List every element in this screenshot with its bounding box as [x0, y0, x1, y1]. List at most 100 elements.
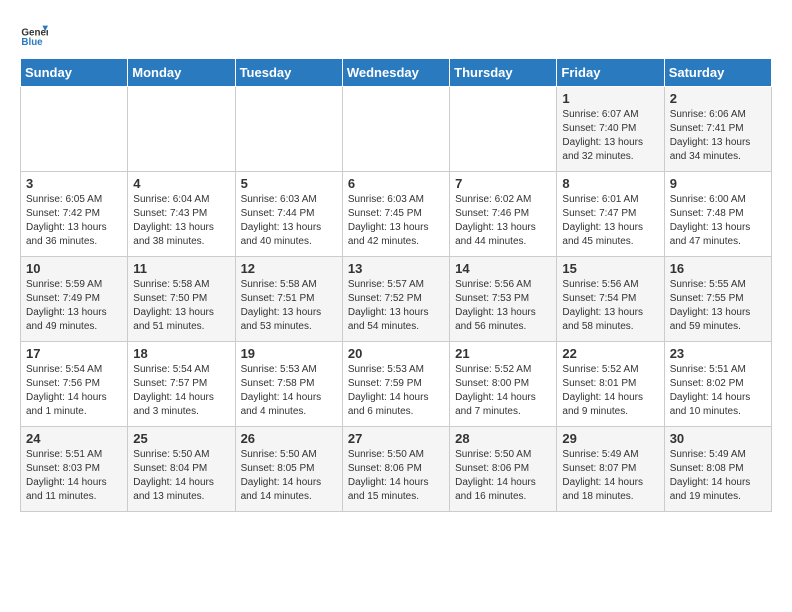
calendar-cell: 21Sunrise: 5:52 AM Sunset: 8:00 PM Dayli… — [450, 342, 557, 427]
cell-content: Sunrise: 5:50 AM Sunset: 8:04 PM Dayligh… — [133, 448, 229, 504]
calendar-body: 1Sunrise: 6:07 AM Sunset: 7:40 PM Daylig… — [21, 87, 772, 512]
day-number: 12 — [241, 261, 337, 276]
day-number: 19 — [241, 346, 337, 361]
calendar-week-row: 24 Sunrise: 5:51 AM Sunset: 8:03 PM Dayli… — [21, 427, 772, 512]
calendar-cell: 24 Sunrise: 5:51 AM Sunset: 8:03 PM Dayli… — [21, 427, 128, 512]
cell-content: Sunrise: 5:58 AM Sunset: 7:50 PM Dayligh… — [133, 278, 229, 334]
day-number: 9 — [670, 176, 766, 191]
day-number: 26 — [241, 431, 337, 446]
weekday-header-friday: Friday — [557, 59, 664, 87]
calendar-cell: 30 Sunrise: 5:49 AM Sunset: 8:08 PM Dayli… — [664, 427, 771, 512]
cell-content: Sunrise: 5:50 AM Sunset: 8:06 PM Dayligh… — [348, 448, 444, 504]
day-number: 28 — [455, 431, 551, 446]
calendar-cell: 17 Sunrise: 5:54 AM Sunset: 7:56 PM Dayli… — [21, 342, 128, 427]
day-number: 13 — [348, 261, 444, 276]
cell-content: Sunrise: 5:50 AM Sunset: 8:05 PM Dayligh… — [241, 448, 337, 504]
calendar-cell: 9 Sunrise: 6:00 AM Sunset: 7:48 PM Daylig… — [664, 172, 771, 257]
page-header: General Blue — [20, 16, 772, 48]
calendar-week-row: 10 Sunrise: 5:59 AM Sunset: 7:49 PM Dayli… — [21, 257, 772, 342]
day-number: 11 — [133, 261, 229, 276]
calendar-cell: 6Sunrise: 6:03 AM Sunset: 7:45 PM Daylig… — [342, 172, 449, 257]
day-number: 24 — [26, 431, 122, 446]
day-number: 17 — [26, 346, 122, 361]
calendar-cell — [342, 87, 449, 172]
cell-content: Sunrise: 5:49 AM Sunset: 8:08 PM Dayligh… — [670, 448, 766, 504]
cell-content: Sunrise: 5:54 AM Sunset: 7:56 PM Dayligh… — [26, 363, 122, 419]
day-number: 23 — [670, 346, 766, 361]
calendar-cell: 4 Sunrise: 6:04 AM Sunset: 7:43 PM Daylig… — [128, 172, 235, 257]
calendar-header: SundayMondayTuesdayWednesdayThursdayFrid… — [21, 59, 772, 87]
calendar-cell: 28 Sunrise: 5:50 AM Sunset: 8:06 PM Dayli… — [450, 427, 557, 512]
cell-content: Sunrise: 5:57 AM Sunset: 7:52 PM Dayligh… — [348, 278, 444, 334]
calendar-cell: 25 Sunrise: 5:50 AM Sunset: 8:04 PM Dayli… — [128, 427, 235, 512]
day-number: 3 — [26, 176, 122, 191]
calendar-week-row: 17 Sunrise: 5:54 AM Sunset: 7:56 PM Dayli… — [21, 342, 772, 427]
day-number: 5 — [241, 176, 337, 191]
cell-content: Sunrise: 5:51 AM Sunset: 8:02 PM Dayligh… — [670, 363, 766, 419]
cell-content: Sunrise: 5:51 AM Sunset: 8:03 PM Dayligh… — [26, 448, 122, 504]
weekday-header-thursday: Thursday — [450, 59, 557, 87]
calendar-cell — [21, 87, 128, 172]
cell-content: Sunrise: 5:59 AM Sunset: 7:49 PM Dayligh… — [26, 278, 122, 334]
cell-content: Sunrise: 5:52 AM Sunset: 8:00 PM Dayligh… — [455, 363, 551, 419]
calendar-cell: 11 Sunrise: 5:58 AM Sunset: 7:50 PM Dayli… — [128, 257, 235, 342]
calendar-cell: 8Sunrise: 6:01 AM Sunset: 7:47 PM Daylig… — [557, 172, 664, 257]
day-number: 15 — [562, 261, 658, 276]
day-number: 16 — [670, 261, 766, 276]
calendar-table: SundayMondayTuesdayWednesdayThursdayFrid… — [20, 58, 772, 512]
weekday-header-wednesday: Wednesday — [342, 59, 449, 87]
cell-content: Sunrise: 5:52 AM Sunset: 8:01 PM Dayligh… — [562, 363, 658, 419]
calendar-cell: 18 Sunrise: 5:54 AM Sunset: 7:57 PM Dayli… — [128, 342, 235, 427]
calendar-cell: 29 Sunrise: 5:49 AM Sunset: 8:07 PM Dayli… — [557, 427, 664, 512]
logo-icon: General Blue — [20, 20, 48, 48]
cell-content: Sunrise: 5:50 AM Sunset: 8:06 PM Dayligh… — [455, 448, 551, 504]
day-number: 8 — [562, 176, 658, 191]
cell-content: Sunrise: 6:03 AM Sunset: 7:44 PM Dayligh… — [241, 193, 337, 249]
cell-content: Sunrise: 5:56 AM Sunset: 7:54 PM Dayligh… — [562, 278, 658, 334]
day-number: 22 — [562, 346, 658, 361]
day-number: 27 — [348, 431, 444, 446]
day-number: 25 — [133, 431, 229, 446]
calendar-week-row: 3Sunrise: 6:05 AM Sunset: 7:42 PM Daylig… — [21, 172, 772, 257]
calendar-cell: 2 Sunrise: 6:06 AM Sunset: 7:41 PM Daylig… — [664, 87, 771, 172]
weekday-header-monday: Monday — [128, 59, 235, 87]
calendar-week-row: 1Sunrise: 6:07 AM Sunset: 7:40 PM Daylig… — [21, 87, 772, 172]
cell-content: Sunrise: 5:53 AM Sunset: 7:59 PM Dayligh… — [348, 363, 444, 419]
day-number: 14 — [455, 261, 551, 276]
calendar-cell: 22 Sunrise: 5:52 AM Sunset: 8:01 PM Dayli… — [557, 342, 664, 427]
day-number: 4 — [133, 176, 229, 191]
calendar-cell: 19Sunrise: 5:53 AM Sunset: 7:58 PM Dayli… — [235, 342, 342, 427]
day-number: 30 — [670, 431, 766, 446]
calendar-cell: 15 Sunrise: 5:56 AM Sunset: 7:54 PM Dayli… — [557, 257, 664, 342]
calendar-cell: 23 Sunrise: 5:51 AM Sunset: 8:02 PM Dayli… — [664, 342, 771, 427]
day-number: 7 — [455, 176, 551, 191]
calendar-cell: 14Sunrise: 5:56 AM Sunset: 7:53 PM Dayli… — [450, 257, 557, 342]
cell-content: Sunrise: 5:58 AM Sunset: 7:51 PM Dayligh… — [241, 278, 337, 334]
calendar-cell: 27 Sunrise: 5:50 AM Sunset: 8:06 PM Dayli… — [342, 427, 449, 512]
cell-content: Sunrise: 6:04 AM Sunset: 7:43 PM Dayligh… — [133, 193, 229, 249]
logo: General Blue — [20, 20, 52, 48]
calendar-cell: 26 Sunrise: 5:50 AM Sunset: 8:05 PM Dayli… — [235, 427, 342, 512]
day-number: 1 — [562, 91, 658, 106]
calendar-cell — [450, 87, 557, 172]
cell-content: Sunrise: 6:00 AM Sunset: 7:48 PM Dayligh… — [670, 193, 766, 249]
day-number: 10 — [26, 261, 122, 276]
calendar-cell: 1Sunrise: 6:07 AM Sunset: 7:40 PM Daylig… — [557, 87, 664, 172]
calendar-cell: 12 Sunrise: 5:58 AM Sunset: 7:51 PM Dayli… — [235, 257, 342, 342]
day-number: 18 — [133, 346, 229, 361]
day-number: 2 — [670, 91, 766, 106]
svg-text:Blue: Blue — [21, 37, 43, 48]
calendar-cell — [128, 87, 235, 172]
calendar-cell — [235, 87, 342, 172]
weekday-header-sunday: Sunday — [21, 59, 128, 87]
weekday-header-row: SundayMondayTuesdayWednesdayThursdayFrid… — [21, 59, 772, 87]
cell-content: Sunrise: 6:06 AM Sunset: 7:41 PM Dayligh… — [670, 108, 766, 164]
calendar-cell: 16 Sunrise: 5:55 AM Sunset: 7:55 PM Dayli… — [664, 257, 771, 342]
cell-content: Sunrise: 5:49 AM Sunset: 8:07 PM Dayligh… — [562, 448, 658, 504]
cell-content: Sunrise: 6:03 AM Sunset: 7:45 PM Dayligh… — [348, 193, 444, 249]
calendar-cell: 10 Sunrise: 5:59 AM Sunset: 7:49 PM Dayli… — [21, 257, 128, 342]
day-number: 29 — [562, 431, 658, 446]
cell-content: Sunrise: 5:55 AM Sunset: 7:55 PM Dayligh… — [670, 278, 766, 334]
cell-content: Sunrise: 5:54 AM Sunset: 7:57 PM Dayligh… — [133, 363, 229, 419]
weekday-header-tuesday: Tuesday — [235, 59, 342, 87]
